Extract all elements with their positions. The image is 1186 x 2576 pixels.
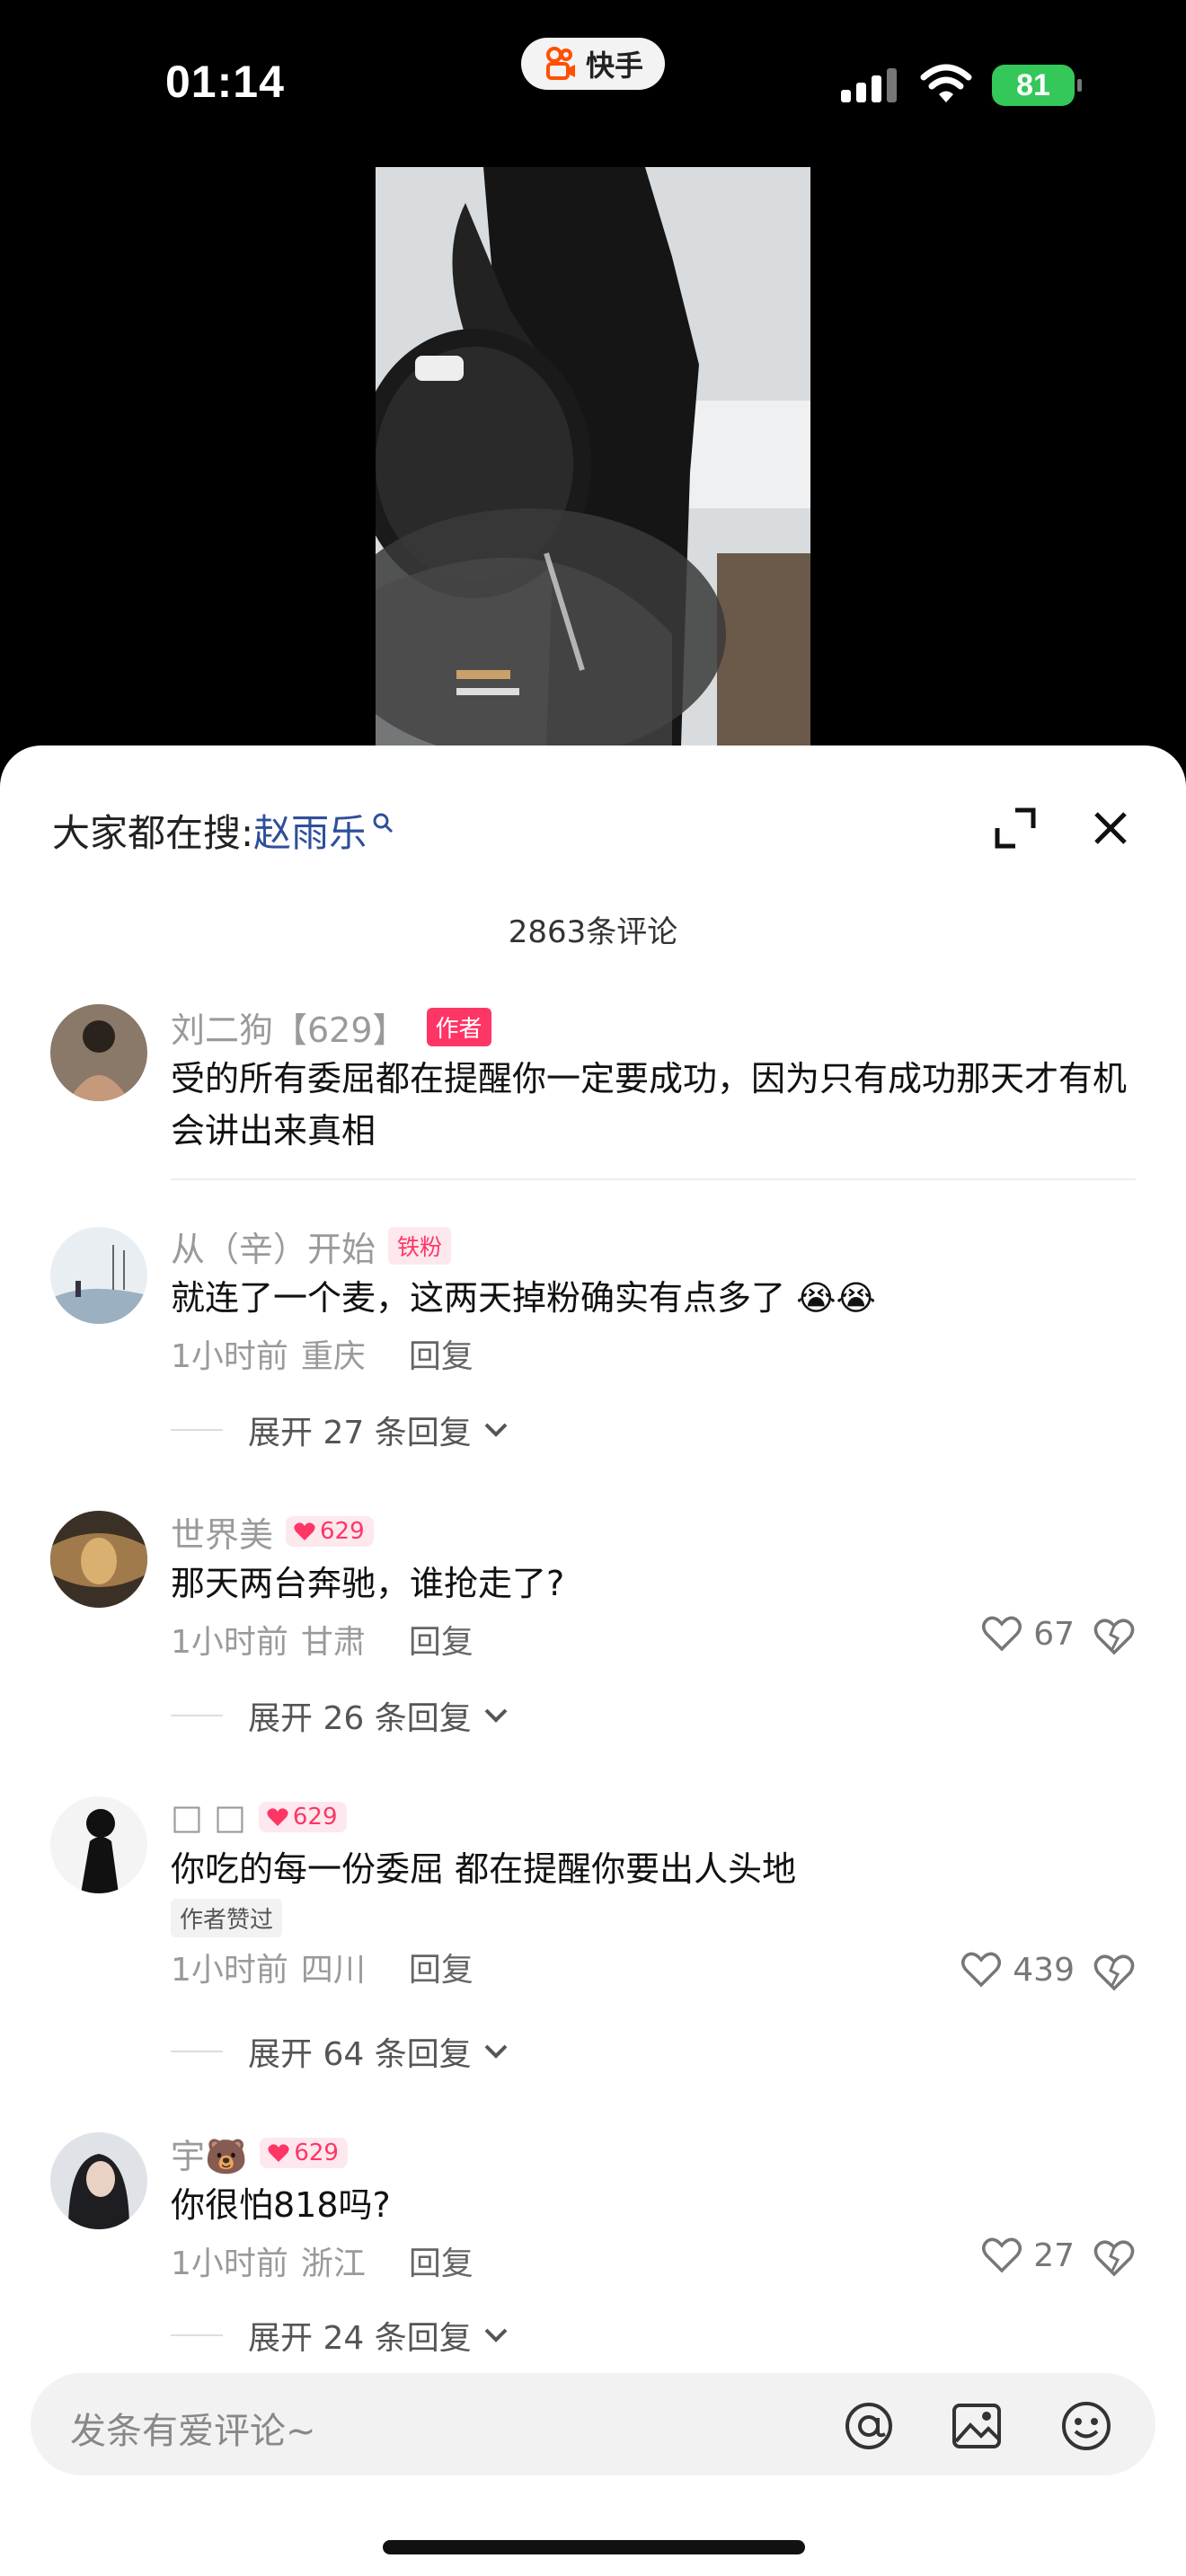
- chevron-down-icon: [484, 1708, 508, 1723]
- avatar[interactable]: [50, 1796, 147, 1893]
- comment-time: 1小时前: [171, 1952, 288, 1989]
- comment-text[interactable]: 受的所有委屈都在提醒你一定要成功，因为只有成功那天才有机 会讲出来真相: [171, 1053, 1136, 1157]
- comment-username[interactable]: 宇🐻: [171, 2129, 247, 2178]
- level-badge: 629: [260, 2138, 348, 2168]
- reply-button[interactable]: 回复: [409, 1944, 474, 1990]
- comment-time: 1小时前: [171, 1338, 288, 1375]
- search-term[interactable]: 赵雨乐: [253, 803, 367, 858]
- home-indicator[interactable]: [383, 2540, 805, 2554]
- avatar[interactable]: [50, 1511, 147, 1608]
- heart-icon: [961, 1952, 1002, 1988]
- chevron-down-icon: [484, 2044, 508, 2059]
- reply-button[interactable]: 回复: [409, 1330, 474, 1377]
- dislike-icon[interactable]: [1093, 1615, 1136, 1658]
- level-value: 629: [294, 2139, 339, 2166]
- status-time: 01:14: [165, 57, 285, 107]
- like-count: 439: [1013, 1951, 1075, 1989]
- fan-badge: 铁粉: [388, 1227, 452, 1265]
- fullscreen-icon[interactable]: [992, 805, 1039, 851]
- comment-time: 1小时前: [171, 2245, 288, 2282]
- heart-level-icon: [268, 2144, 289, 2162]
- dislike-icon[interactable]: [1093, 1951, 1136, 1994]
- comment-location: 浙江: [300, 2245, 366, 2282]
- reply-button[interactable]: 回复: [409, 2237, 474, 2284]
- comment-input[interactable]: 发条有爱评论~: [31, 2373, 1155, 2475]
- comment-username[interactable]: 世界美: [171, 1507, 273, 1557]
- comment-username[interactable]: □ □: [171, 1797, 246, 1837]
- comment-input-placeholder: 发条有爱评论~: [70, 2411, 316, 2452]
- comment-text[interactable]: 你吃的每一份委屈 都在提醒你要出人头地: [171, 1843, 1136, 1895]
- like-button[interactable]: 67: [981, 1615, 1075, 1653]
- video-frame: [376, 167, 810, 745]
- comment-count: 2863条评论: [508, 914, 678, 950]
- comment-text[interactable]: 你很怕818吗?: [171, 2179, 1136, 2231]
- kuaishou-logo-icon: [545, 47, 575, 80]
- comment-text-content: 就连了一个麦，这两天掉粉确实有点多了: [171, 1278, 786, 1318]
- app-name: 快手: [585, 49, 643, 83]
- cellular-signal-icon: [841, 68, 897, 102]
- level-value: 629: [292, 1804, 338, 1831]
- like-button[interactable]: 439: [960, 1951, 1075, 1989]
- level-value: 629: [320, 1518, 365, 1545]
- heart-level-icon: [267, 1808, 288, 1826]
- app-indicator[interactable]: 快手: [521, 38, 665, 90]
- avatar[interactable]: [50, 2132, 147, 2229]
- comment-location: 甘肃: [300, 1624, 366, 1661]
- level-badge: 629: [258, 1802, 347, 1832]
- comment-text[interactable]: 那天两台奔驰，谁抢走了?: [171, 1557, 1136, 1610]
- comment-location: 重庆: [300, 1338, 366, 1375]
- comment-text-line: 会讲出来真相: [171, 1111, 376, 1151]
- avatar[interactable]: [50, 1004, 147, 1101]
- search-icon: [373, 813, 394, 833]
- search-suggestion[interactable]: 大家都在搜: 赵雨乐: [52, 803, 395, 858]
- status-bar: 01:14 快手 81: [0, 0, 1186, 171]
- author-badge: 作者: [426, 1007, 491, 1046]
- expand-replies-label: 展开 64 条回复: [248, 2036, 472, 2073]
- comment-text[interactable]: 就连了一个麦，这两天掉粉确实有点多了 😭😭: [171, 1272, 1136, 1324]
- expand-replies-label: 展开 26 条回复: [248, 1700, 472, 1737]
- reply-button[interactable]: 回复: [409, 1616, 474, 1663]
- video-player[interactable]: [376, 167, 810, 745]
- like-count: 27: [1033, 2236, 1075, 2274]
- expand-replies-button[interactable]: 展开 64 条回复: [171, 2028, 511, 2075]
- expand-replies-label: 展开 27 条回复: [248, 1415, 472, 1451]
- battery-level: 81: [1016, 67, 1050, 102]
- comment-text-line: 受的所有委屈都在提醒你一定要成功，因为只有成功那天才有机: [171, 1059, 1128, 1098]
- battery-icon: 81: [992, 65, 1082, 106]
- like-button[interactable]: 27: [981, 2236, 1075, 2274]
- chevron-down-icon: [484, 2328, 508, 2342]
- comment-username[interactable]: 刘二狗【629】: [171, 1002, 407, 1052]
- comment-time: 1小时前: [171, 1624, 288, 1661]
- level-badge: 629: [286, 1516, 374, 1547]
- search-prefix: 大家都在搜:: [52, 811, 254, 855]
- emoji-icon[interactable]: [1060, 2400, 1112, 2452]
- expand-replies-button[interactable]: 展开 27 条回复: [171, 1407, 511, 1453]
- wifi-icon: [920, 64, 972, 102]
- mention-icon[interactable]: [843, 2400, 895, 2452]
- close-icon[interactable]: [1087, 805, 1134, 851]
- heart-level-icon: [294, 1522, 315, 1540]
- comment-username[interactable]: 从（辛）开始: [171, 1222, 376, 1271]
- author-liked-badge: 作者赞过: [171, 1899, 283, 1937]
- image-icon[interactable]: [951, 2400, 1003, 2452]
- heart-icon: [982, 2237, 1022, 2273]
- chevron-down-icon: [484, 1423, 508, 1437]
- avatar[interactable]: [50, 1227, 147, 1324]
- dislike-icon[interactable]: [1093, 2236, 1136, 2280]
- comment-meta: 1小时前 重庆 回复: [171, 1329, 1136, 1378]
- comment-location: 四川: [300, 1952, 366, 1989]
- crying-emoji-icon: 😭😭: [796, 1278, 876, 1318]
- heart-icon: [982, 1616, 1022, 1652]
- like-count: 67: [1033, 1615, 1075, 1653]
- divider: [171, 1178, 1136, 1180]
- expand-replies-button[interactable]: 展开 26 条回复: [171, 1692, 511, 1739]
